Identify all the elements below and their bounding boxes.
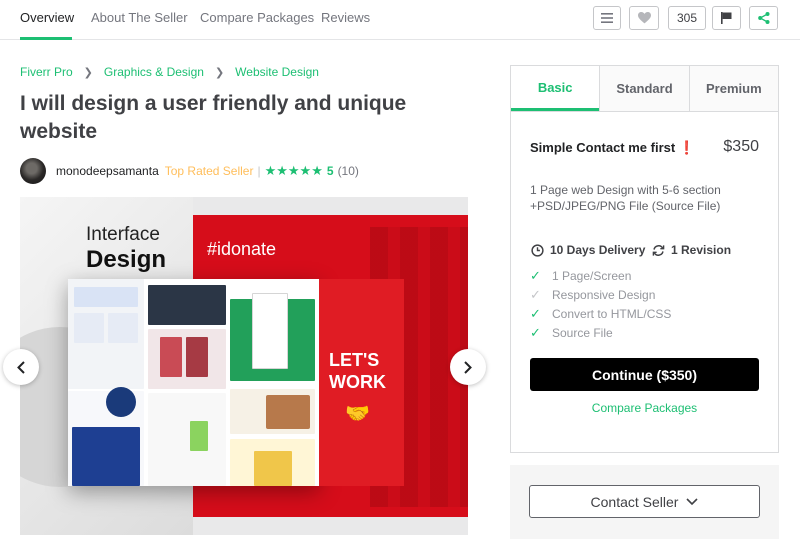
feature-label: Responsive Design — [552, 287, 656, 302]
collections-button[interactable] — [593, 6, 621, 30]
exclamation-icon: ❗ — [678, 140, 696, 155]
feature-item: ✓ Source File — [530, 323, 671, 342]
mockup-chart — [74, 287, 138, 307]
top-nav: Overview About The Seller Compare Packag… — [0, 0, 800, 40]
mockup-photo — [160, 337, 182, 377]
design-mockup-board — [68, 279, 319, 486]
gallery-heading-line1: Interface — [86, 224, 160, 245]
check-icon: ✓ — [530, 324, 541, 340]
gig-gallery[interactable]: Interface Design #idonate LET'S WORK 🤝 — [20, 197, 468, 535]
feature-label: Convert to HTML/CSS — [552, 306, 672, 321]
contact-seller-box: Contact Seller — [510, 465, 779, 539]
revision-label: 1 Revision — [671, 243, 732, 257]
chevron-down-icon — [686, 497, 699, 505]
mockup-card — [108, 313, 138, 343]
rating-score: 5 — [326, 164, 334, 178]
seller-overview: monodeepsamanta Top Rated Seller | ★★★★★… — [20, 158, 359, 184]
chevron-right-icon — [464, 360, 472, 374]
chevron-right-icon: ❯ — [214, 66, 225, 79]
package-title: Simple Contact me first ❗ — [530, 140, 695, 156]
chevron-left-icon — [17, 360, 25, 374]
feature-label: Source File — [552, 325, 613, 340]
mockup-photo — [186, 337, 208, 377]
clock-icon — [530, 243, 544, 257]
mockup-phone — [252, 293, 288, 369]
list-icon — [601, 13, 613, 23]
gallery-hashtag: #idonate — [207, 239, 277, 259]
heart-icon — [637, 12, 651, 24]
package-tab-premium[interactable]: Premium — [688, 66, 778, 111]
breadcrumb-fiverr-pro[interactable]: Fiverr Pro — [20, 65, 73, 79]
rating-stars-icon: ★★★★★ — [264, 163, 323, 178]
seller-level-badge: Top Rated Seller — [164, 164, 254, 178]
continue-button[interactable]: Continue ($350) — [530, 358, 759, 391]
delivery-time: 10 Days Delivery — [530, 243, 645, 257]
review-count[interactable]: (10) — [338, 164, 359, 178]
tab-reviews[interactable]: Reviews — [321, 10, 370, 25]
feature-item: ✓ Responsive Design — [530, 285, 671, 304]
package-title-text: Simple Contact me first — [530, 140, 676, 155]
gallery-next-button[interactable] — [450, 349, 486, 385]
divider: | — [257, 164, 261, 178]
share-icon — [757, 12, 769, 24]
like-button[interactable] — [629, 6, 659, 30]
breadcrumb-graphics-design[interactable]: Graphics & Design — [104, 65, 204, 79]
mockup-blue-section — [72, 427, 140, 486]
tab-about-seller[interactable]: About The Seller — [91, 10, 188, 25]
active-tab-indicator — [20, 37, 72, 40]
mockup-section — [148, 393, 226, 486]
gallery-prev-button[interactable] — [3, 349, 39, 385]
flag-icon — [721, 12, 732, 24]
gallery-heading-line2: Design — [86, 246, 167, 273]
compare-packages-link[interactable]: Compare Packages — [511, 401, 778, 415]
package-tabs: Basic Standard Premium — [511, 66, 778, 112]
mockup-card — [74, 313, 104, 343]
package-price: $350 — [723, 138, 759, 155]
package-description: 1 Page web Design with 5-6 section +PSD/… — [530, 183, 721, 213]
feature-list: ✓ 1 Page/Screen ✓ Responsive Design ✓ Conve… — [530, 266, 671, 342]
check-icon: ✓ — [530, 305, 541, 321]
mockup-photo — [266, 395, 310, 429]
check-icon: ✓ — [530, 267, 541, 283]
report-button[interactable] — [712, 6, 741, 30]
tab-compare-packages[interactable]: Compare Packages — [200, 10, 314, 25]
mockup-phone — [190, 421, 208, 451]
package-panel: Basic Standard Premium Simple Contact me… — [510, 65, 779, 453]
mockup-hero-image — [148, 285, 226, 325]
gallery-cta-line2: WORK — [329, 372, 386, 392]
package-tab-standard[interactable]: Standard — [599, 66, 689, 111]
like-count: 305 — [668, 6, 706, 30]
seller-avatar[interactable] — [20, 158, 46, 184]
breadcrumb: Fiverr Pro ❯ Graphics & Design ❯ Website… — [20, 65, 319, 79]
handshake-icon: 🤝 — [345, 403, 370, 425]
contact-seller-label: Contact Seller — [590, 493, 679, 510]
gallery-cta-text: LET'S WORK — [329, 349, 386, 393]
share-button[interactable] — [749, 6, 778, 30]
breadcrumb-website-design[interactable]: Website Design — [235, 65, 319, 79]
feature-item: ✓ Convert to HTML/CSS — [530, 304, 671, 323]
mockup-card — [254, 451, 292, 486]
refresh-icon — [651, 243, 665, 257]
feature-label: 1 Page/Screen — [552, 268, 632, 283]
mockup-avatar — [106, 387, 136, 417]
package-tab-basic[interactable]: Basic — [511, 66, 600, 111]
check-icon: ✓ — [530, 286, 541, 302]
tab-overview[interactable]: Overview — [20, 10, 74, 25]
gig-title: I will design a user friendly and unique… — [20, 92, 407, 143]
feature-item: ✓ 1 Page/Screen — [530, 266, 671, 285]
gallery-cta-line1: LET'S — [329, 350, 380, 370]
delivery-label: 10 Days Delivery — [550, 243, 646, 257]
contact-seller-button[interactable]: Contact Seller — [529, 485, 760, 518]
seller-name[interactable]: monodeepsamanta — [56, 164, 159, 178]
chevron-right-icon: ❯ — [83, 66, 93, 79]
revision-count: 1 Revision — [651, 243, 731, 257]
